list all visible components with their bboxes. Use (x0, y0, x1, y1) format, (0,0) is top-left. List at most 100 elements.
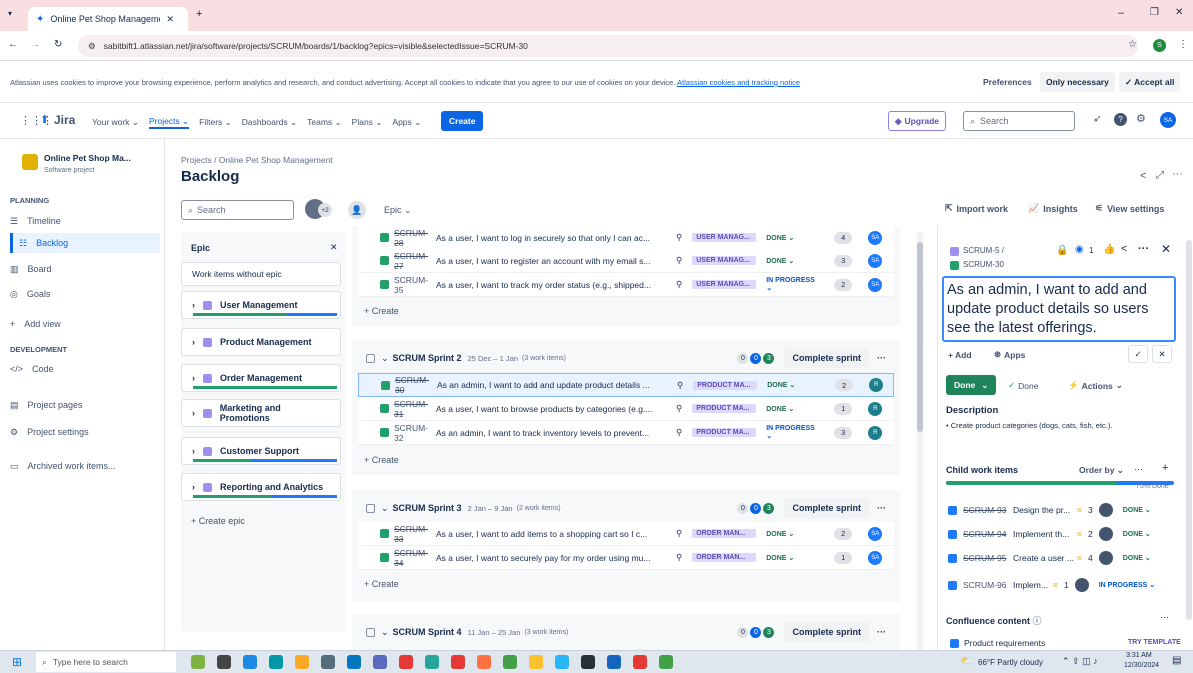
avatar[interactable]: SA (868, 230, 883, 245)
reload-icon[interactable]: ↻ (54, 39, 62, 50)
description-item[interactable]: • Create product categories (dogs, cats,… (946, 421, 1112, 430)
order-by-dropdown[interactable]: Order by ⌄ (1079, 465, 1124, 476)
panel-scrollbar[interactable] (1186, 240, 1192, 620)
backlog-search-input[interactable]: ⌕ Search (181, 200, 294, 220)
nav-projects[interactable]: Projects ⌄ (148, 116, 190, 129)
sprint-header[interactable]: ⌄ SCRUM Sprint 4 11 Jan – 25 Jan (3 work… (358, 617, 894, 647)
sidebar-item-board[interactable]: ▥ Board (10, 259, 52, 279)
like-icon[interactable]: 👍 (1103, 244, 1115, 255)
help-icon[interactable]: ? (1114, 113, 1127, 126)
chrome-icon[interactable] (633, 655, 647, 669)
url-field[interactable]: ⚙ sabitbift1.atlassian.net/jira/software… (78, 35, 1138, 57)
app-icon[interactable] (347, 655, 361, 669)
avatar[interactable] (1098, 503, 1113, 517)
close-window-icon[interactable]: ✕ (1175, 7, 1183, 18)
app-icon[interactable] (243, 655, 257, 669)
breadcrumb[interactable]: Projects / Online Pet Shop Management (181, 155, 333, 165)
site-info-icon[interactable]: ⚙ (88, 41, 96, 52)
sidebar-item-project-settings[interactable]: ⚙ Project settings (10, 422, 89, 442)
jira-product-name[interactable]: Jira (54, 113, 75, 127)
file-explorer-icon[interactable] (295, 655, 309, 669)
chevron-down-icon[interactable]: ⌄ (381, 353, 389, 364)
backlog-scrollbar[interactable] (917, 232, 923, 650)
add-button[interactable]: + Add (944, 346, 976, 364)
issue-row[interactable]: SCRUM-27 As a user, I want to register a… (358, 249, 894, 273)
new-tab-icon[interactable]: + (196, 8, 202, 20)
accept-all-button[interactable]: ✓ Accept all (1119, 72, 1181, 92)
sprint-checkbox[interactable] (366, 353, 375, 363)
confirm-edit-button[interactable]: ✓ (1128, 345, 1148, 363)
add-people-icon[interactable]: 👤 (348, 201, 366, 219)
bookmark-star-icon[interactable]: ☆ (1128, 39, 1137, 50)
epic-marketing-promotions[interactable]: › Marketing and Promotions (181, 399, 341, 427)
tray-icons[interactable]: ⌃ ⇪ ◫ ♪ (1062, 656, 1098, 667)
watch-eye-icon[interactable]: ◉ (1075, 244, 1084, 255)
word-icon[interactable] (607, 655, 621, 669)
more-icon[interactable]: ··· (1138, 243, 1149, 255)
forward-icon[interactable]: → (30, 39, 40, 50)
parent-key-link[interactable]: SCRUM-5 / (963, 246, 1004, 255)
chevron-down-icon[interactable]: ⌄ (381, 503, 389, 514)
chevron-down-icon[interactable]: ⌄ (381, 627, 389, 638)
avatar[interactable]: R (869, 378, 884, 392)
sidebar-item-goals[interactable]: ◎ Goals (10, 284, 50, 304)
more-icon[interactable]: ··· (1134, 464, 1143, 474)
create-issue-button[interactable]: + Create (364, 455, 399, 465)
user-avatar[interactable]: SA (1160, 112, 1176, 128)
child-item[interactable]: SCRUM-95 Create a user ... = 4 DONE ⌄ (948, 547, 1178, 569)
weather-text[interactable]: 66°F Partly cloudy (978, 658, 1043, 667)
share-icon[interactable]: < (1140, 170, 1146, 182)
complete-sprint-button[interactable]: Complete sprint (784, 348, 869, 368)
nav-plans[interactable]: Plans ⌄ (352, 117, 383, 128)
sprint-checkbox[interactable] (366, 627, 375, 637)
more-icon[interactable]: ··· (877, 353, 886, 363)
restore-icon[interactable]: ❐ (1150, 7, 1159, 18)
app-icon[interactable] (321, 655, 335, 669)
tab-menu-icon[interactable]: ▾ (8, 9, 12, 18)
sprint-checkbox[interactable] (366, 503, 375, 513)
browser-tab[interactable]: ✦ Online Pet Shop Management ✕ (28, 7, 188, 31)
lock-icon[interactable]: 🔒 (1056, 245, 1068, 256)
avatar[interactable] (1098, 527, 1113, 541)
scrollbar-thumb[interactable] (917, 242, 923, 432)
issue-row[interactable]: SCRUM-33 As a user, I want to add items … (358, 522, 894, 546)
app-icon[interactable] (529, 655, 543, 669)
upgrade-button[interactable]: ◈ Upgrade (888, 111, 947, 131)
create-epic-button[interactable]: + Create epic (191, 516, 245, 526)
actions-dropdown[interactable]: ⚡ Actions ⌄ (1068, 380, 1123, 391)
confluence-item[interactable]: Product requirements (950, 638, 1045, 648)
app-icon[interactable] (373, 655, 387, 669)
chrome-icon[interactable] (451, 655, 465, 669)
settings-gear-icon[interactable]: ⚙ (1136, 112, 1146, 125)
more-icon[interactable]: ··· (877, 503, 886, 513)
whatsapp-icon[interactable] (503, 655, 517, 669)
complete-sprint-button[interactable]: Complete sprint (784, 498, 869, 518)
avatar[interactable]: R (868, 401, 883, 416)
view-settings-button[interactable]: ⚟ View settings (1095, 203, 1164, 214)
project-name[interactable]: Online Pet Shop Ma... (44, 153, 131, 163)
share-icon[interactable]: < (1121, 243, 1127, 255)
sidebar-item-timeline[interactable]: ☰ Timeline (10, 211, 61, 231)
avatar[interactable]: R (868, 425, 883, 440)
import-work-button[interactable]: ⇱ Import work (945, 203, 1008, 214)
more-icon[interactable]: ··· (1172, 168, 1183, 180)
project-avatar[interactable] (22, 154, 38, 170)
avatar[interactable]: SA (868, 277, 883, 292)
app-icon[interactable] (477, 655, 491, 669)
sidebar-item-project-pages[interactable]: ▤ Project pages (10, 395, 83, 415)
issue-key-link[interactable]: SCRUM-30 (963, 260, 1004, 269)
global-search-input[interactable]: ⌕ Search (963, 111, 1075, 131)
app-icon[interactable] (425, 655, 439, 669)
app-icon[interactable] (269, 655, 283, 669)
insights-button[interactable]: 📈 Insights (1028, 203, 1078, 214)
issue-summary-input[interactable]: As an admin, I want to add and update pr… (942, 276, 1176, 342)
avatar[interactable]: SA (868, 253, 883, 268)
more-icon[interactable]: ··· (1160, 612, 1169, 622)
minimize-icon[interactable]: – (1118, 7, 1124, 19)
issue-row[interactable]: SCRUM-34 As a user, I want to securely p… (358, 546, 894, 570)
avatar[interactable] (1074, 578, 1089, 592)
cookie-preferences-button[interactable]: Preferences (983, 77, 1032, 87)
status-dropdown-button[interactable]: Done ⌄ (946, 375, 997, 395)
avatar[interactable] (1098, 551, 1113, 565)
browser-menu-icon[interactable]: ⋮ (1178, 39, 1188, 50)
